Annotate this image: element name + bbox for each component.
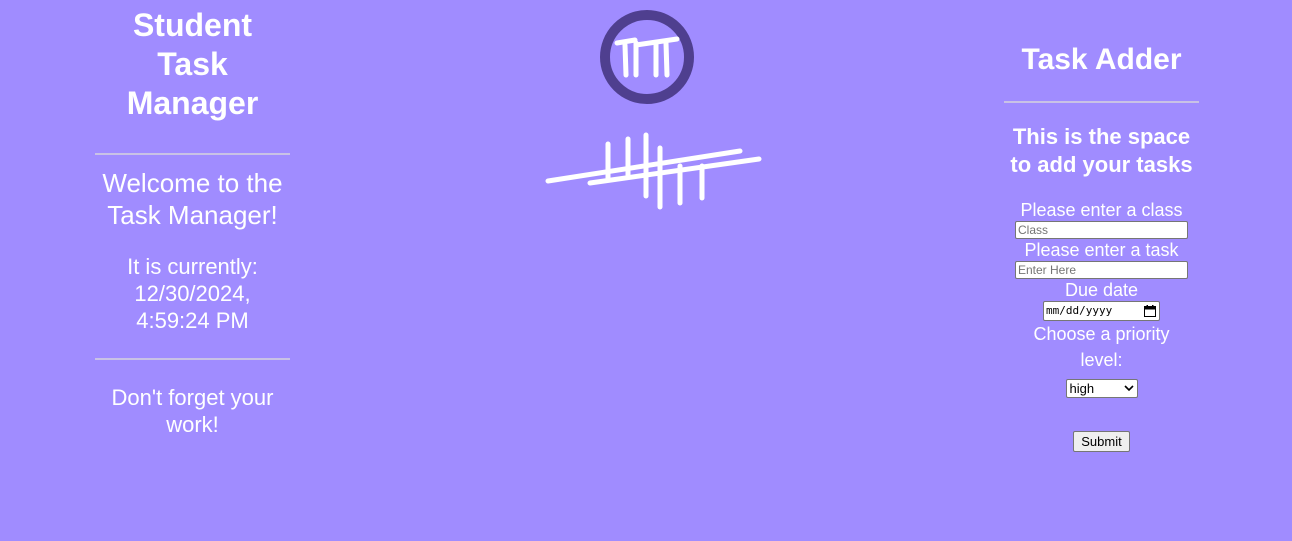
priority-label: Choose a priority level: (1033, 324, 1170, 370)
left-divider-top (95, 153, 290, 155)
priority-select[interactable]: high (1065, 379, 1138, 398)
task-label: Please enter a task (1024, 240, 1179, 260)
task-adder-subtitle: This is the space to add your tasks (1010, 124, 1193, 177)
due-date-placeholder: mm/dd/yyyy (1046, 304, 1113, 317)
calendar-icon[interactable] (1144, 305, 1156, 317)
class-input[interactable] (1015, 221, 1188, 239)
due-date-input[interactable]: mm/dd/yyyy (1043, 301, 1160, 321)
due-date-label: Due date (1064, 280, 1139, 300)
left-divider-bottom (95, 358, 290, 360)
welcome-message: Welcome to the Task Manager! (102, 168, 283, 230)
task-form: Please enter a class Please enter a task… (1004, 199, 1199, 452)
current-time: It is currently: 12/30/2024, 4:59:24 PM (127, 254, 258, 333)
tm-strokes-logo-icon (545, 132, 762, 210)
submit-button[interactable]: Submit (1073, 431, 1130, 452)
class-label: Please enter a class (1020, 200, 1183, 220)
app-title: Student Task Manager (126, 7, 259, 121)
left-panel: Student Task Manager Welcome to the Task… (95, 6, 290, 438)
tm-circle-logo-icon (600, 10, 694, 104)
chevron-down-icon (1123, 385, 1134, 392)
right-divider (1004, 101, 1199, 103)
task-input[interactable] (1015, 261, 1188, 279)
task-adder-title: Task Adder (1021, 43, 1182, 76)
reminder-message: Don't forget your work! (111, 385, 274, 437)
priority-selected-value: high (1069, 381, 1095, 396)
task-adder-panel: Task Adder This is the space to add your… (1004, 40, 1199, 452)
page: Student Task Manager Welcome to the Task… (0, 0, 1292, 541)
